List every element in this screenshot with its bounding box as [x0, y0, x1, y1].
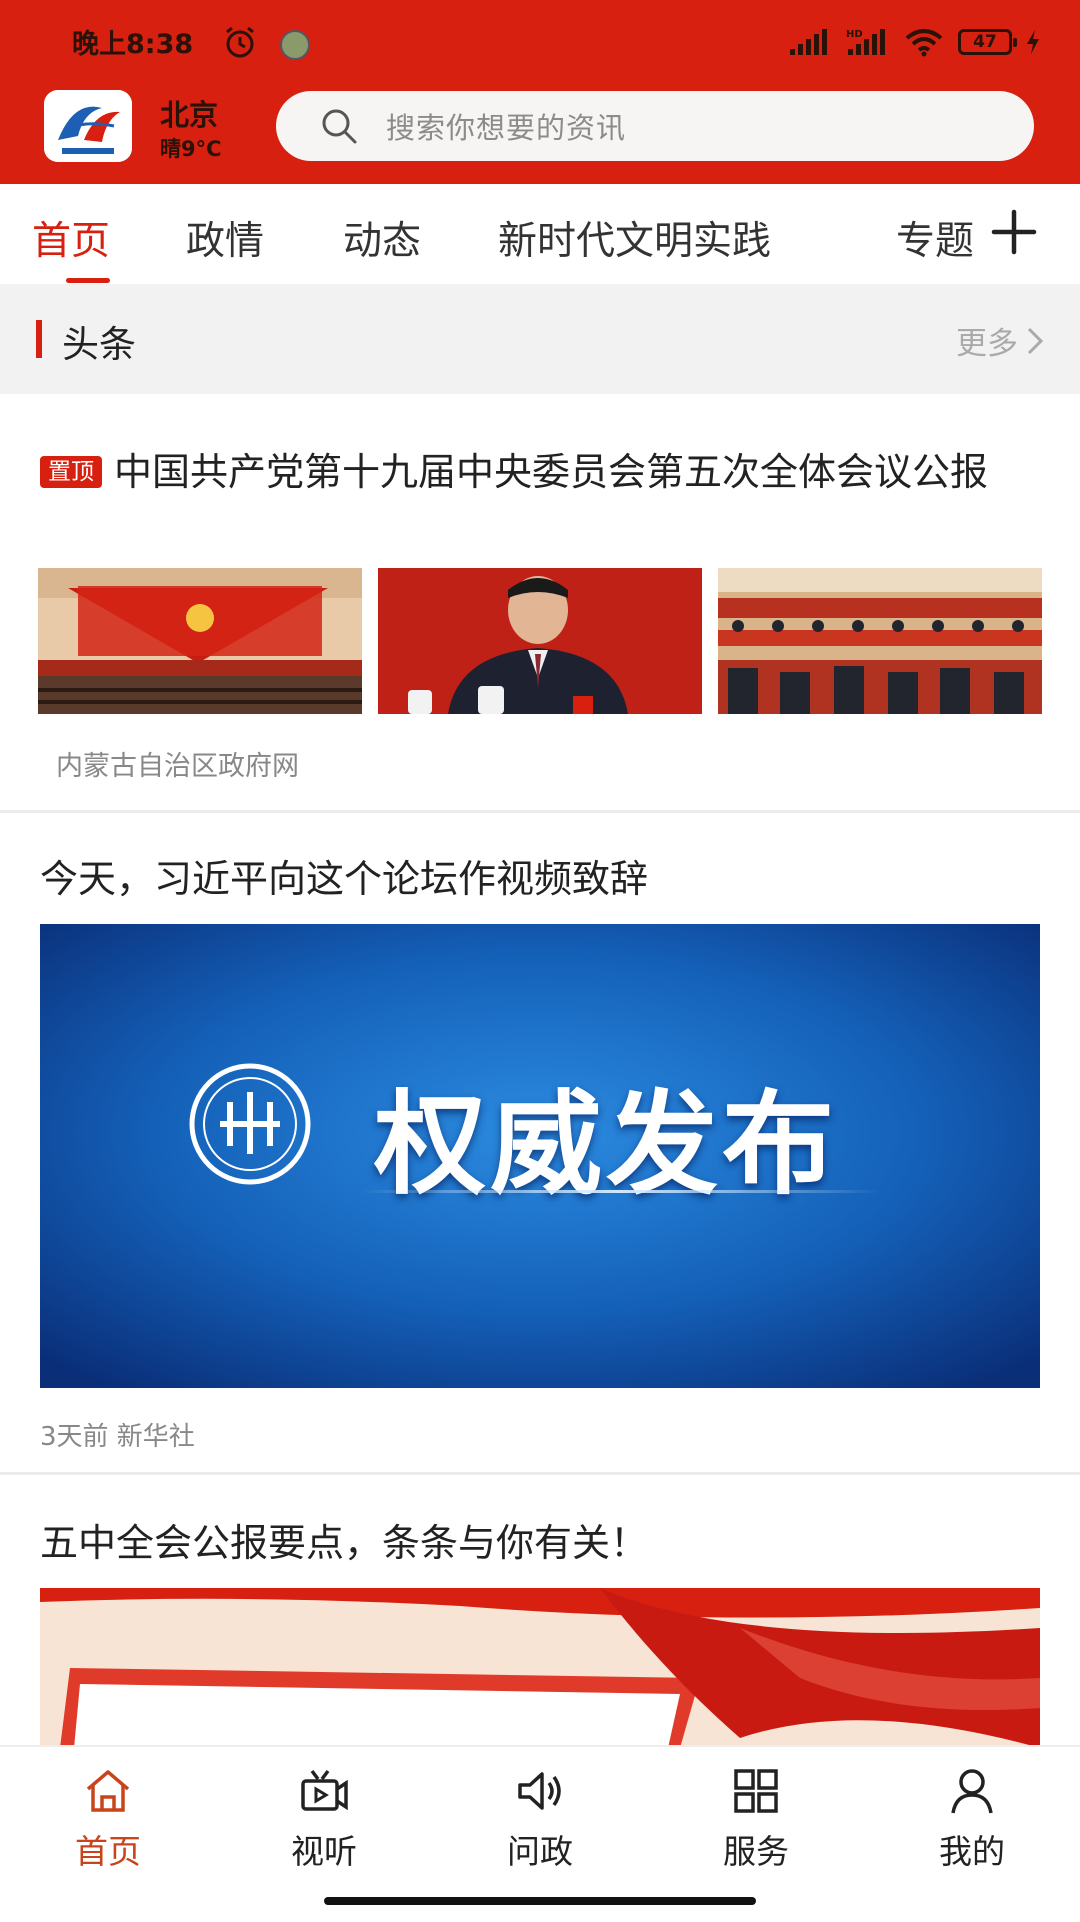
app-header: 晚上8:38 HD 47 北京 晴9°C 搜索你想要的资讯: [0, 0, 1080, 184]
more-label: 更多: [956, 326, 1018, 362]
pinned-badge: 置顶: [40, 456, 102, 488]
battery-level: 47: [973, 32, 997, 52]
article-source: 内蒙古自治区政府网: [56, 751, 299, 782]
divider: [0, 1472, 1080, 1475]
article-title[interactable]: 今天，习近平向这个论坛作视频致辞: [40, 848, 648, 903]
location-city[interactable]: 北京: [160, 92, 218, 134]
chevron-right-icon: [1027, 327, 1044, 354]
nav-label: 问政: [507, 1832, 573, 1871]
divider: [0, 810, 1080, 813]
article-meta: 3天前 新华社: [40, 1422, 195, 1452]
video-icon: [301, 1769, 348, 1811]
cellular-signal-hd-icon: HD: [846, 29, 885, 55]
grid-icon: [734, 1769, 778, 1813]
red-ribbon-image: [40, 1588, 1040, 1748]
nav-video[interactable]: 视听: [254, 1763, 394, 1873]
article-title-text: 中国共产党第十九届中央委员会第五次全体会议公报: [114, 450, 989, 494]
tab-civilization-practice[interactable]: 新时代文明实践: [498, 210, 771, 266]
nav-label: 我的: [939, 1832, 1005, 1871]
cellular-signal-icon: [790, 29, 827, 55]
article-thumbnail[interactable]: [378, 568, 702, 714]
add-channel-icon[interactable]: [990, 208, 1038, 256]
charging-icon: [1027, 30, 1039, 54]
alarm-icon: [226, 26, 254, 58]
article-title[interactable]: 五中全会公报要点，条条与你有关！: [40, 1512, 648, 1567]
nav-home[interactable]: 首页: [38, 1763, 178, 1873]
article-thumbnail[interactable]: [718, 568, 1042, 714]
article-card[interactable]: 置顶 中国共产党第十九届中央委员会第五次全体会议公报 内蒙古自治区政府网: [0, 394, 1080, 810]
weather-text: 晴9°C: [160, 137, 222, 161]
speaker-photo: [378, 568, 702, 714]
svg-text:HD: HD: [846, 29, 863, 40]
tab-news[interactable]: 动态: [343, 210, 421, 266]
article-banner-image[interactable]: 权威发布: [40, 924, 1040, 1388]
plenary-hall-image: [38, 568, 362, 714]
home-indicator[interactable]: [324, 1897, 756, 1905]
article-thumbnail[interactable]: [38, 568, 362, 714]
tab-politics[interactable]: 政情: [186, 210, 264, 266]
home-icon: [86, 1770, 130, 1812]
tab-home[interactable]: 首页: [32, 210, 110, 266]
status-time: 晚上8:38: [72, 29, 194, 60]
user-icon: [951, 1769, 993, 1814]
tab-special[interactable]: 专题: [896, 210, 974, 266]
nav-profile[interactable]: 我的: [902, 1763, 1042, 1873]
headline-section-header: 头条 更多: [0, 284, 1080, 394]
nav-inquiry[interactable]: 问政: [470, 1763, 610, 1873]
more-link[interactable]: 更多: [956, 318, 1044, 363]
category-tabs: 首页 政情 动态 新时代文明实践 专题: [0, 184, 1080, 284]
bottom-navigation: 首页 视听 问政 服务 我的: [0, 1745, 1080, 1922]
section-accent-bar: [36, 320, 42, 358]
nav-label: 首页: [75, 1832, 141, 1871]
battery-icon: 47: [958, 29, 1017, 55]
article-banner-image[interactable]: [40, 1588, 1040, 1748]
active-tab-indicator: [66, 278, 110, 283]
nav-label: 视听: [291, 1832, 357, 1871]
status-indicators: HD 47: [788, 24, 1040, 60]
search-bar[interactable]: 搜索你想要的资讯: [276, 91, 1034, 161]
status-bar: 晚上8:38 HD 47: [0, 0, 1080, 84]
speaker-icon: [518, 1772, 561, 1810]
wifi-icon: [905, 29, 943, 57]
meeting-photo: [718, 568, 1042, 714]
section-title: 头条: [62, 323, 136, 366]
app-logo[interactable]: [44, 90, 132, 162]
notification-app-icon: [280, 30, 310, 60]
banner-underline: [360, 1190, 880, 1193]
nav-label: 服务: [723, 1832, 789, 1871]
nav-services[interactable]: 服务: [686, 1763, 826, 1873]
search-icon: [322, 109, 357, 144]
article-title[interactable]: 置顶 中国共产党第十九届中央委员会第五次全体会议公报: [40, 448, 1040, 496]
logo-icon: [44, 90, 132, 162]
search-placeholder: 搜索你想要的资讯: [386, 111, 627, 145]
